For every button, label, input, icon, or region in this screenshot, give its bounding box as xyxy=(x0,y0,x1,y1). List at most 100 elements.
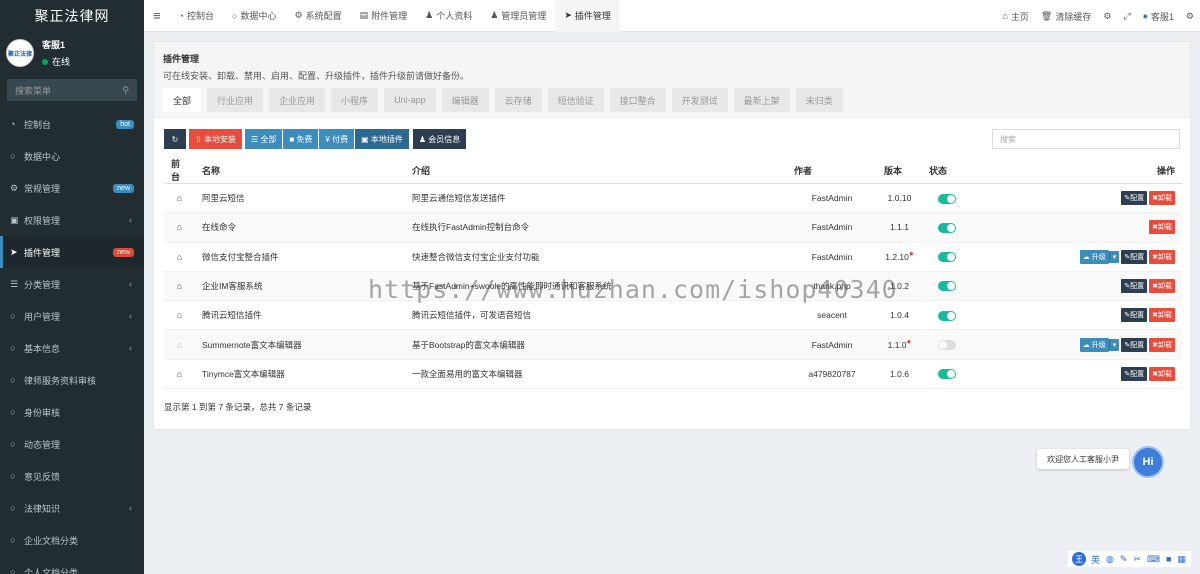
uninstall-button[interactable]: ✖卸载 xyxy=(1149,249,1175,264)
sidebar-item[interactable]: ○ 动态管理 xyxy=(0,428,144,460)
settings-icon[interactable]: ⚙ xyxy=(1180,0,1200,32)
category-tab[interactable]: Uni-app xyxy=(384,88,436,112)
ime-tools-icon[interactable]: ✂ xyxy=(1133,554,1141,565)
upgrade-button[interactable]: ☁ 升级 xyxy=(1079,337,1109,352)
category-tab[interactable]: 小程序 xyxy=(331,88,379,112)
config-button[interactable]: ✎配置 xyxy=(1121,308,1148,323)
upgrade-dropdown-icon[interactable]: ▾ xyxy=(1108,250,1120,263)
plugin-author[interactable]: FastAdmin xyxy=(787,212,877,243)
ime-grid-icon[interactable]: ▦ xyxy=(1177,554,1186,565)
plugin-author[interactable]: FastAdmin xyxy=(787,183,877,214)
top-tab[interactable]: ◔ 控制台 xyxy=(170,0,223,32)
clear-cache-button[interactable]: 🗑 清除缓存 xyxy=(1035,0,1097,32)
language-icon[interactable]: ⚙ xyxy=(1097,0,1117,32)
uninstall-button[interactable]: ✖卸载 xyxy=(1149,308,1175,323)
category-tab[interactable]: 未归类 xyxy=(795,88,843,112)
ime-pen-icon[interactable]: ✎ xyxy=(1120,554,1128,565)
filter-paid-button[interactable]: ¥ 付费 xyxy=(319,129,355,149)
category-tab[interactable]: 全部 xyxy=(163,88,202,112)
col-version[interactable]: 版本 xyxy=(877,157,922,184)
ime-punct-icon[interactable]: ◍ xyxy=(1106,554,1114,565)
top-tab[interactable]: ○ 数据中心 xyxy=(223,0,285,32)
sidebar-item[interactable]: ○ 基本信息 ‹ xyxy=(0,332,144,364)
home-icon[interactable]: ⌂ xyxy=(177,281,182,291)
plugin-author[interactable]: a479820787 xyxy=(787,359,877,390)
home-icon[interactable]: ⌂ xyxy=(177,222,182,232)
refresh-button[interactable]: ↻ xyxy=(164,129,186,149)
ime-lang-toggle[interactable]: 英 xyxy=(1091,553,1100,566)
category-tab[interactable]: 云存储 xyxy=(494,88,542,112)
upgrade-dropdown-icon[interactable]: ▾ xyxy=(1108,338,1120,351)
top-tab[interactable]: ➤ 插件管理 xyxy=(555,0,620,32)
member-info-button[interactable]: ♟ 会员信息 xyxy=(412,129,467,149)
category-tab[interactable]: 编辑器 xyxy=(441,88,489,112)
config-button[interactable]: ✎配置 xyxy=(1121,249,1148,264)
config-button[interactable]: ✎配置 xyxy=(1121,279,1148,294)
plugin-author[interactable]: FastAdmin xyxy=(787,329,877,360)
uninstall-button[interactable]: ✖卸载 xyxy=(1149,366,1175,381)
user-menu[interactable]: ◉ 客服1 xyxy=(1137,0,1180,32)
sidebar-item[interactable]: ○ 身份审核 xyxy=(0,396,144,428)
home-icon[interactable]: ⌂ xyxy=(177,310,182,320)
sidebar-item[interactable]: ○ 意见反馈 xyxy=(0,460,144,492)
status-toggle[interactable] xyxy=(938,281,956,292)
search-icon[interactable]: ⚲ xyxy=(122,85,129,96)
sidebar-item[interactable]: ○ 企业文档分类 xyxy=(0,524,144,556)
ime-logo-icon[interactable]: 王 xyxy=(1072,552,1086,566)
uninstall-button[interactable]: ✖卸载 xyxy=(1149,220,1175,235)
top-tab[interactable]: ♟ 个人资料 xyxy=(416,0,481,32)
brand-logo[interactable]: 聚正法律网 xyxy=(0,0,144,32)
config-button[interactable]: ✎配置 xyxy=(1121,337,1148,352)
home-icon[interactable]: ⌂ xyxy=(177,340,182,350)
category-tab[interactable]: 开发测试 xyxy=(671,88,728,112)
plugin-author[interactable]: thank.php xyxy=(787,271,877,302)
sidebar-item[interactable]: ○ 律师服务资料审核 xyxy=(0,364,144,396)
category-tab[interactable]: 最新上架 xyxy=(733,88,790,112)
local-install-button[interactable]: ⇧ 本地安装 xyxy=(189,129,242,149)
col-author[interactable]: 作者 xyxy=(787,157,877,184)
sidebar-item[interactable]: ⚙ 常规管理 new xyxy=(0,172,144,204)
status-toggle[interactable] xyxy=(938,369,956,380)
sidebar-item[interactable]: ◔ 控制台 hot xyxy=(0,108,144,140)
top-tab[interactable]: ▤ 附件管理 xyxy=(351,0,417,32)
status-toggle[interactable] xyxy=(938,310,956,321)
col-intro[interactable]: 介绍 xyxy=(405,157,787,184)
status-toggle[interactable] xyxy=(938,222,956,233)
config-button[interactable]: ✎配置 xyxy=(1121,191,1148,206)
sidebar-item[interactable]: ○ 法律知识 ‹ xyxy=(0,492,144,524)
home-icon[interactable]: ⌂ xyxy=(177,252,182,262)
col-front[interactable]: 前台 xyxy=(164,157,195,184)
status-toggle[interactable] xyxy=(938,340,956,350)
ime-keyboard-icon[interactable]: ⌨ xyxy=(1147,554,1160,565)
uninstall-button[interactable]: ✖卸载 xyxy=(1149,337,1175,352)
home-icon[interactable]: ⌂ xyxy=(177,193,182,203)
menu-toggle-icon[interactable]: ≡ xyxy=(144,0,170,32)
top-tab[interactable]: ⚙ 系统配置 xyxy=(286,0,351,32)
sidebar-item[interactable]: ☰ 分类管理 ‹ xyxy=(0,268,144,300)
category-tab[interactable]: 企业应用 xyxy=(269,88,326,112)
chat-greeting[interactable]: 欢迎您人工客服小尹 xyxy=(1037,449,1129,469)
filter-free-button[interactable]: ■ 免费 xyxy=(283,129,319,149)
chat-button[interactable]: Hi xyxy=(1134,448,1162,476)
sidebar-item[interactable]: ○ 个人文档分类 xyxy=(0,556,144,574)
category-tab[interactable]: 短信验证 xyxy=(547,88,604,112)
upgrade-button[interactable]: ☁ 升级 xyxy=(1079,249,1109,264)
category-tab[interactable]: 接口整合 xyxy=(609,88,666,112)
category-tab[interactable]: 行业应用 xyxy=(207,88,264,112)
top-tab[interactable]: ♟ 管理员管理 xyxy=(481,0,555,32)
home-link[interactable]: ⌂ 主页 xyxy=(996,0,1034,32)
sidebar-item[interactable]: ▣ 权限管理 ‹ xyxy=(0,204,144,236)
status-toggle[interactable] xyxy=(938,193,956,204)
sidebar-item[interactable]: ○ 用户管理 ‹ xyxy=(0,300,144,332)
ime-shirt-icon[interactable]: ■ xyxy=(1166,554,1171,564)
home-icon[interactable]: ⌂ xyxy=(177,369,182,379)
col-status[interactable]: 状态 xyxy=(922,157,972,184)
sidebar-search-input[interactable]: 搜索菜单 ⚲ xyxy=(7,79,137,101)
plugin-author[interactable]: seacent xyxy=(787,300,877,331)
search-input[interactable]: 搜索 xyxy=(992,129,1180,149)
filter-local-button[interactable]: ▣ 本地插件 xyxy=(355,129,409,149)
sidebar-item[interactable]: ➤ 插件管理 new xyxy=(0,236,144,268)
fullscreen-icon[interactable]: ⤢ xyxy=(1117,0,1136,32)
status-toggle[interactable] xyxy=(938,252,956,263)
sidebar-item[interactable]: ○ 数据中心 xyxy=(0,140,144,172)
